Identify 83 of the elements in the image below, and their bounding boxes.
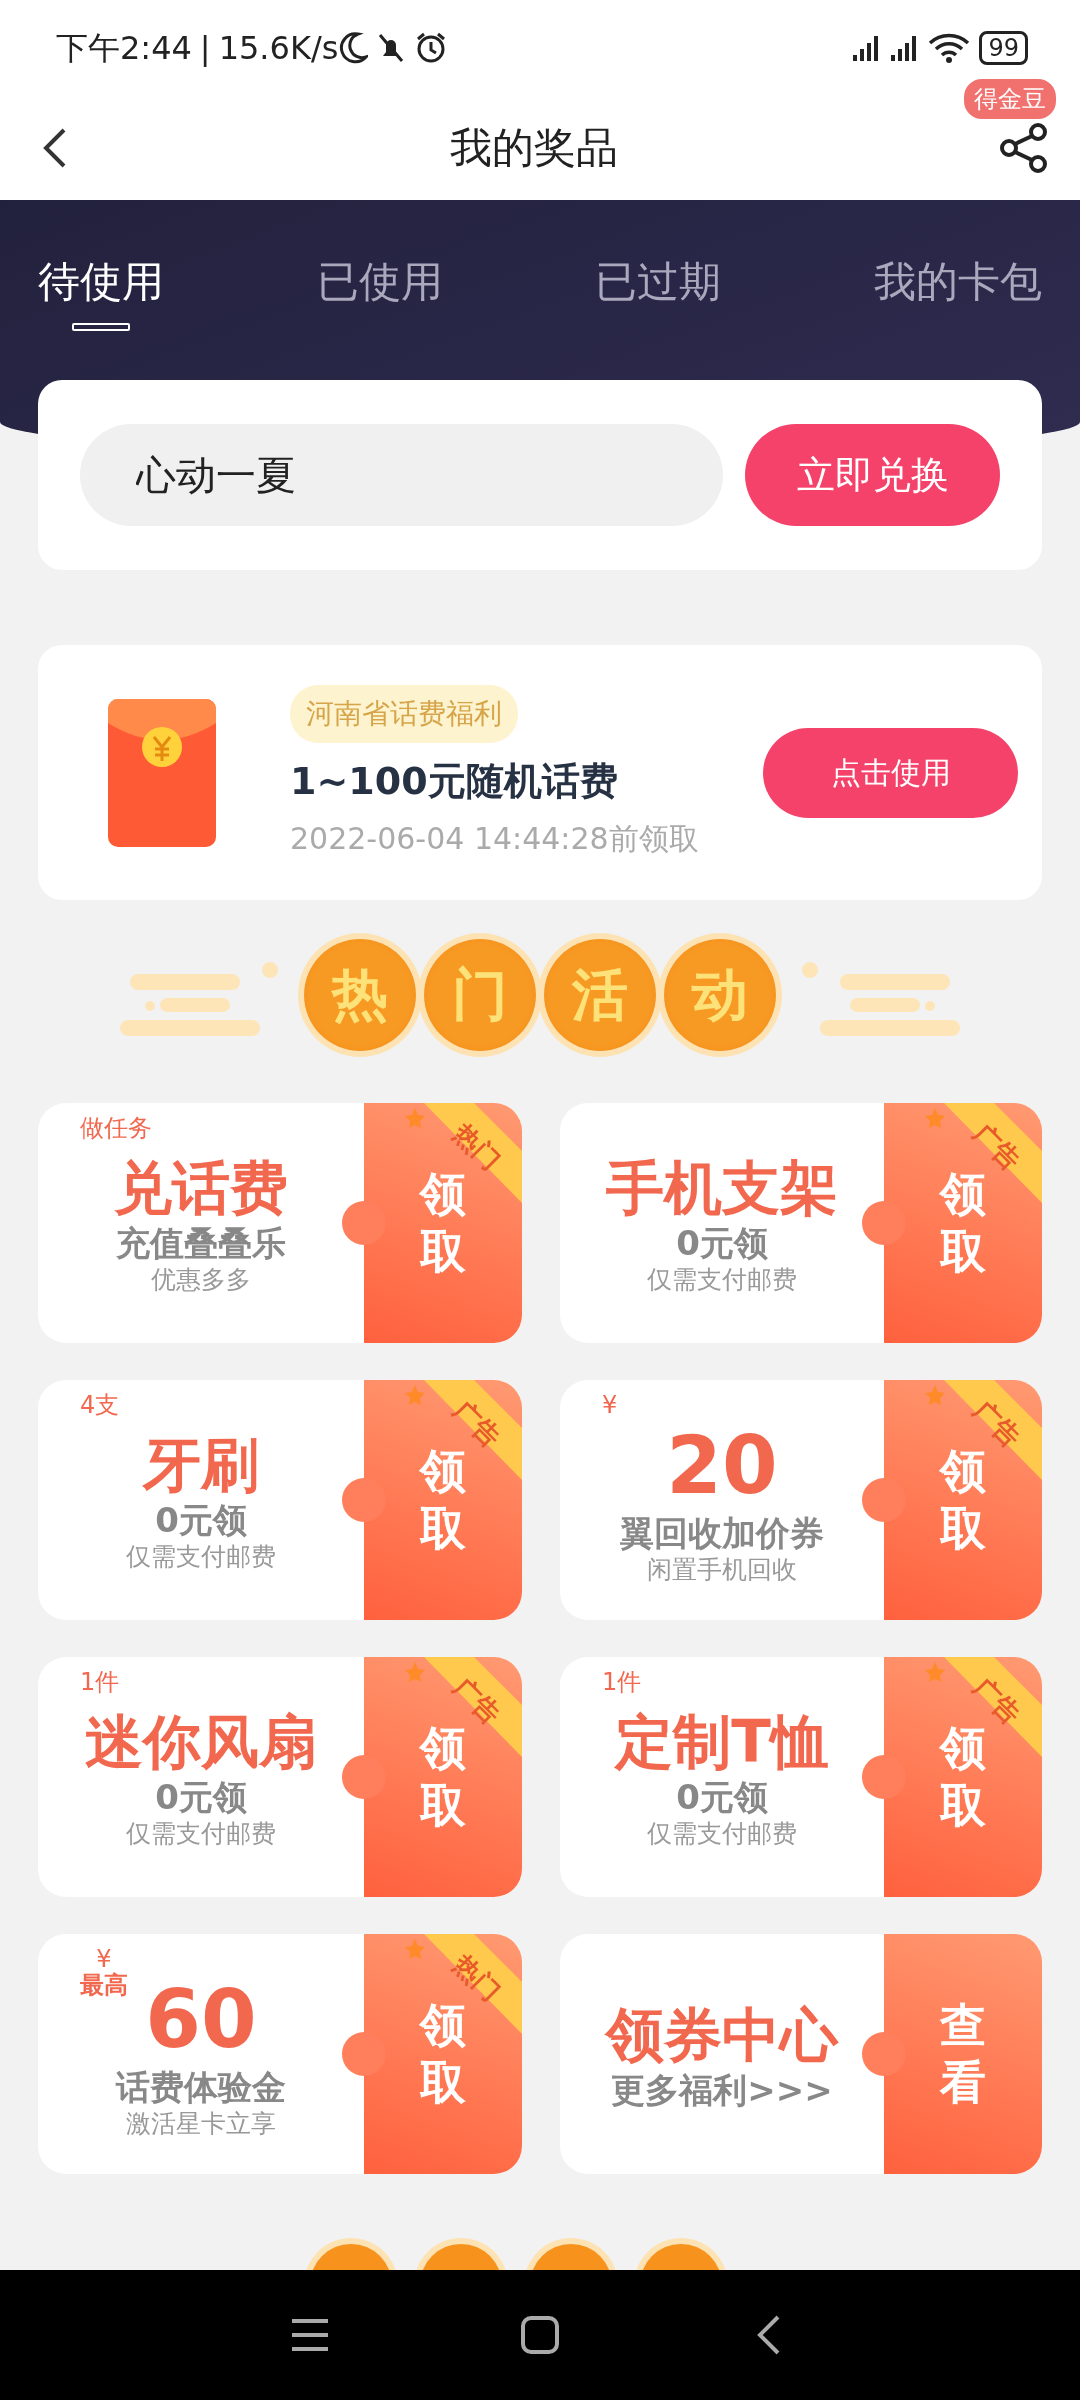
star-icon [404, 1938, 426, 1960]
offer-title: 领券中心 [606, 2002, 838, 2070]
claim-button[interactable]: 领取 热门 [342, 1934, 522, 2174]
claim-button[interactable]: 领取 广告 [342, 1380, 522, 1620]
offer-title: 迷你风扇 [85, 1709, 317, 1776]
offer-tag: ¥ [96, 1946, 112, 1973]
ticket-notch [862, 1755, 906, 1799]
offer-card[interactable]: 领券中心 更多福利>>> 查看 [560, 1934, 1042, 2174]
offer-note: 优惠多多 [151, 1264, 251, 1297]
claim-button[interactable]: 查看 [862, 1934, 1042, 2174]
home-icon [520, 2313, 560, 2357]
offer-tag: 做任务 [80, 1115, 152, 1142]
wifi-icon [927, 32, 972, 63]
redeem-button[interactable]: 立即兑换 [745, 424, 1000, 526]
offer-subtitle: 更多福利>>> [611, 2069, 833, 2112]
claim-button[interactable]: 领取 广告 [862, 1657, 1042, 1897]
claim-button[interactable]: 领取 广告 [862, 1380, 1042, 1620]
deadline-text: 2022-06-04 14:44:28前领取 [290, 819, 700, 858]
clock-text: 下午2:44 [56, 27, 192, 69]
use-button[interactable]: 点击使用 [763, 727, 1018, 818]
tab[interactable]: 我的卡包 [873, 250, 1042, 331]
prize-title: 1~100元随机话费 [290, 757, 619, 805]
tab[interactable]: 待使用 [38, 250, 164, 331]
envelope-icon [106, 696, 218, 849]
claim-button[interactable]: 领取 广告 [862, 1103, 1042, 1343]
offer-note: 仅需支付邮费 [647, 1264, 797, 1297]
star-icon [404, 1661, 426, 1683]
offer-card[interactable]: 做任务 兑话费 充值叠叠乐 优惠多多 领取 热门 [38, 1103, 522, 1343]
offer-tag: 1件 [602, 1669, 642, 1696]
offer-card[interactable]: 1件 定制T恤 0元领 仅需支付邮费 领取 广告 [560, 1657, 1042, 1897]
offer-subtitle: 0元领 [155, 1498, 247, 1542]
star-icon [924, 1384, 946, 1406]
offer-tag: 最高 [80, 1972, 128, 1999]
offer-card[interactable]: 4支 牙刷 0元领 仅需支付邮费 领取 广告 [38, 1380, 522, 1620]
offer-title: 20 [666, 1419, 778, 1512]
network-speed-text: 15.6K/s [218, 27, 339, 69]
share-icon [998, 121, 1050, 174]
offer-card[interactable]: ¥ 20 翼回收加价券 闲置手机回收 领取 广告 [560, 1380, 1042, 1620]
battery-indicator: 99 [979, 30, 1028, 65]
ticket-notch [342, 1755, 386, 1799]
offer-title: 60 [145, 1973, 257, 2066]
offer-subtitle: 话费体验金 [116, 2065, 286, 2108]
ticket-notch [862, 1201, 906, 1245]
reward-badge: 得金豆 [962, 77, 1058, 121]
offer-subtitle: 0元领 [676, 1221, 768, 1265]
offer-subtitle: 充值叠叠乐 [116, 1221, 286, 1265]
offer-title: 兑话费 [114, 1155, 288, 1222]
tab[interactable]: 已过期 [595, 250, 722, 331]
claim-button[interactable]: 领取 广告 [342, 1657, 522, 1897]
star-icon [924, 1661, 946, 1683]
home-button[interactable] [520, 2313, 560, 2357]
offer-note: 仅需支付邮费 [126, 1818, 276, 1851]
tab[interactable]: 已使用 [316, 250, 443, 331]
offer-tag: 1件 [80, 1669, 120, 1696]
prize-tag: 河南省话费福利 [290, 684, 518, 743]
separator-text: | [199, 27, 211, 69]
offer-tag: 4支 [80, 1392, 120, 1419]
offer-note: 闲置手机回收 [647, 1554, 797, 1586]
offer-tag: ¥ [602, 1392, 618, 1419]
offer-subtitle: 0元领 [155, 1775, 247, 1819]
offer-subtitle: 0元领 [676, 1775, 768, 1819]
share-button[interactable] [998, 121, 1050, 174]
star-icon [924, 1107, 946, 1129]
page-title: 我的奖品 [450, 122, 618, 174]
offer-note: 仅需支付邮费 [126, 1541, 276, 1574]
offer-title: 定制T恤 [615, 1709, 829, 1776]
claim-button[interactable]: 领取 热门 [342, 1103, 522, 1343]
star-icon [404, 1384, 426, 1406]
star-icon [404, 1107, 426, 1129]
ticket-notch [342, 2032, 386, 2076]
offer-card[interactable]: 手机支架 0元领 仅需支付邮费 领取 广告 [560, 1103, 1042, 1343]
offer-title: 牙刷 [143, 1432, 259, 1499]
offer-note: 激活星卡立享 [126, 2108, 276, 2140]
offer-title: 手机支架 [606, 1155, 838, 1222]
offer-subtitle: 翼回收加价券 [620, 1511, 824, 1554]
offer-note: 仅需支付邮费 [647, 1818, 797, 1851]
moon-icon [338, 30, 369, 65]
ticket-notch [342, 1201, 386, 1245]
offer-card[interactable]: ¥ 最高 60 话费体验金 激活星卡立享 领取 热门 [38, 1934, 522, 2174]
offer-card[interactable]: 1件 迷你风扇 0元领 仅需支付邮费 领取 广告 [38, 1657, 522, 1897]
ticket-notch [862, 1478, 906, 1522]
ticket-notch [342, 1478, 386, 1522]
ticket-notch [862, 2032, 906, 2076]
